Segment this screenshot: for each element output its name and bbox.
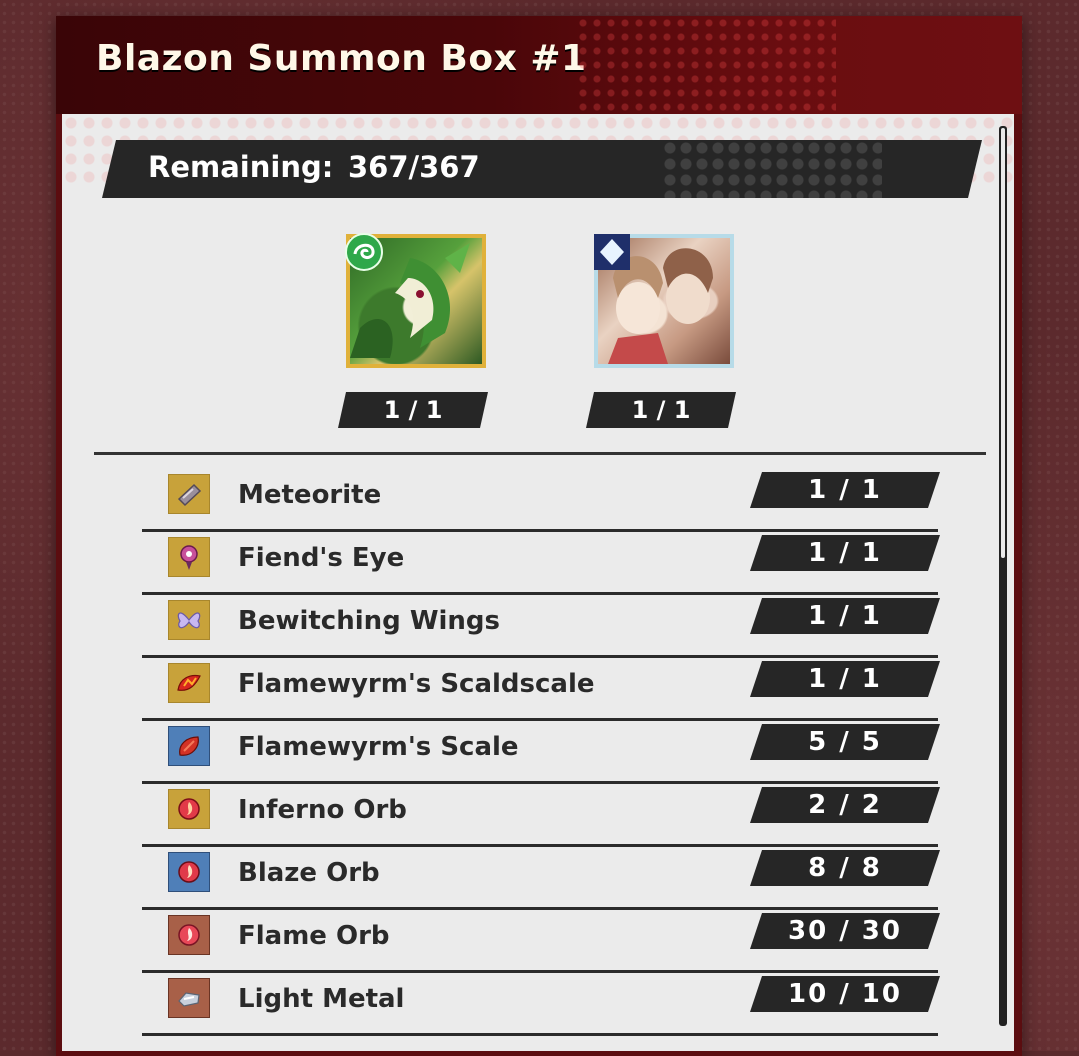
item-count: 30 / 30 (750, 913, 940, 949)
white-diamond-badge-icon (594, 234, 630, 270)
featured-unit-2[interactable] (594, 234, 742, 376)
unit-1-count: 1 / 1 (338, 392, 488, 428)
section-divider (94, 452, 986, 455)
content-panel: Remaining: 367/367 1 / 1 1 / 1 Meteorite… (62, 114, 1014, 1051)
item-count: 2 / 2 (750, 787, 940, 823)
item-name: Flamewyrm's Scaldscale (238, 669, 595, 699)
item-count: 1 / 1 (750, 661, 940, 697)
light-metal-icon (168, 978, 210, 1018)
featured-unit-1[interactable] (345, 233, 494, 376)
item-count: 1 / 1 (750, 472, 940, 508)
list-item-flamewyrm-scale: Flamewyrm's Scale 5 / 5 (142, 718, 938, 784)
remaining-bar: Remaining: 367/367 (102, 140, 982, 198)
unit-2-count: 1 / 1 (586, 392, 736, 428)
green-wind-element-icon (345, 233, 383, 271)
fiends-eye-icon (168, 537, 210, 577)
remaining-label: Remaining: (148, 150, 334, 184)
item-count: 1 / 1 (750, 535, 940, 571)
list-item-bewitching-wings: Bewitching Wings 1 / 1 (142, 592, 938, 658)
item-name: Flame Orb (238, 921, 390, 951)
scrollbar-thumb[interactable] (1001, 128, 1005, 558)
inferno-orb-icon (168, 789, 210, 829)
bewitching-wings-icon (168, 600, 210, 640)
item-count: 8 / 8 (750, 850, 940, 886)
flamewyrm-scale-icon (168, 726, 210, 766)
scaldscale-icon (168, 663, 210, 703)
item-name: Inferno Orb (238, 795, 407, 825)
list-item-fiends-eye: Fiend's Eye 1 / 1 (142, 529, 938, 595)
item-count: 1 / 1 (750, 598, 940, 634)
item-name: Meteorite (238, 480, 382, 510)
item-name: Bewitching Wings (238, 606, 501, 636)
flame-orb-icon (168, 915, 210, 955)
blaze-orb-icon (168, 852, 210, 892)
item-name: Blaze Orb (238, 858, 380, 888)
list-item-meteorite: Meteorite 1 / 1 (142, 466, 938, 532)
window-title: Blazon Summon Box #1 (96, 38, 587, 79)
item-count: 10 / 10 (750, 976, 940, 1012)
list-item-light-metal: Light Metal 10 / 10 (142, 970, 938, 1036)
meteorite-icon (168, 474, 210, 514)
remaining-value: 367/367 (348, 150, 480, 184)
item-name: Flamewyrm's Scale (238, 732, 519, 762)
item-count: 5 / 5 (750, 724, 940, 760)
list-item-scaldscale: Flamewyrm's Scaldscale 1 / 1 (142, 655, 938, 721)
item-name: Fiend's Eye (238, 543, 405, 573)
list-item-inferno-orb: Inferno Orb 2 / 2 (142, 781, 938, 847)
header-bar: Blazon Summon Box #1 (56, 16, 1022, 114)
item-name: Light Metal (238, 984, 405, 1014)
list-item-flame-orb: Flame Orb 30 / 30 (142, 907, 938, 973)
list-item-blaze-orb: Blaze Orb 8 / 8 (142, 844, 938, 910)
